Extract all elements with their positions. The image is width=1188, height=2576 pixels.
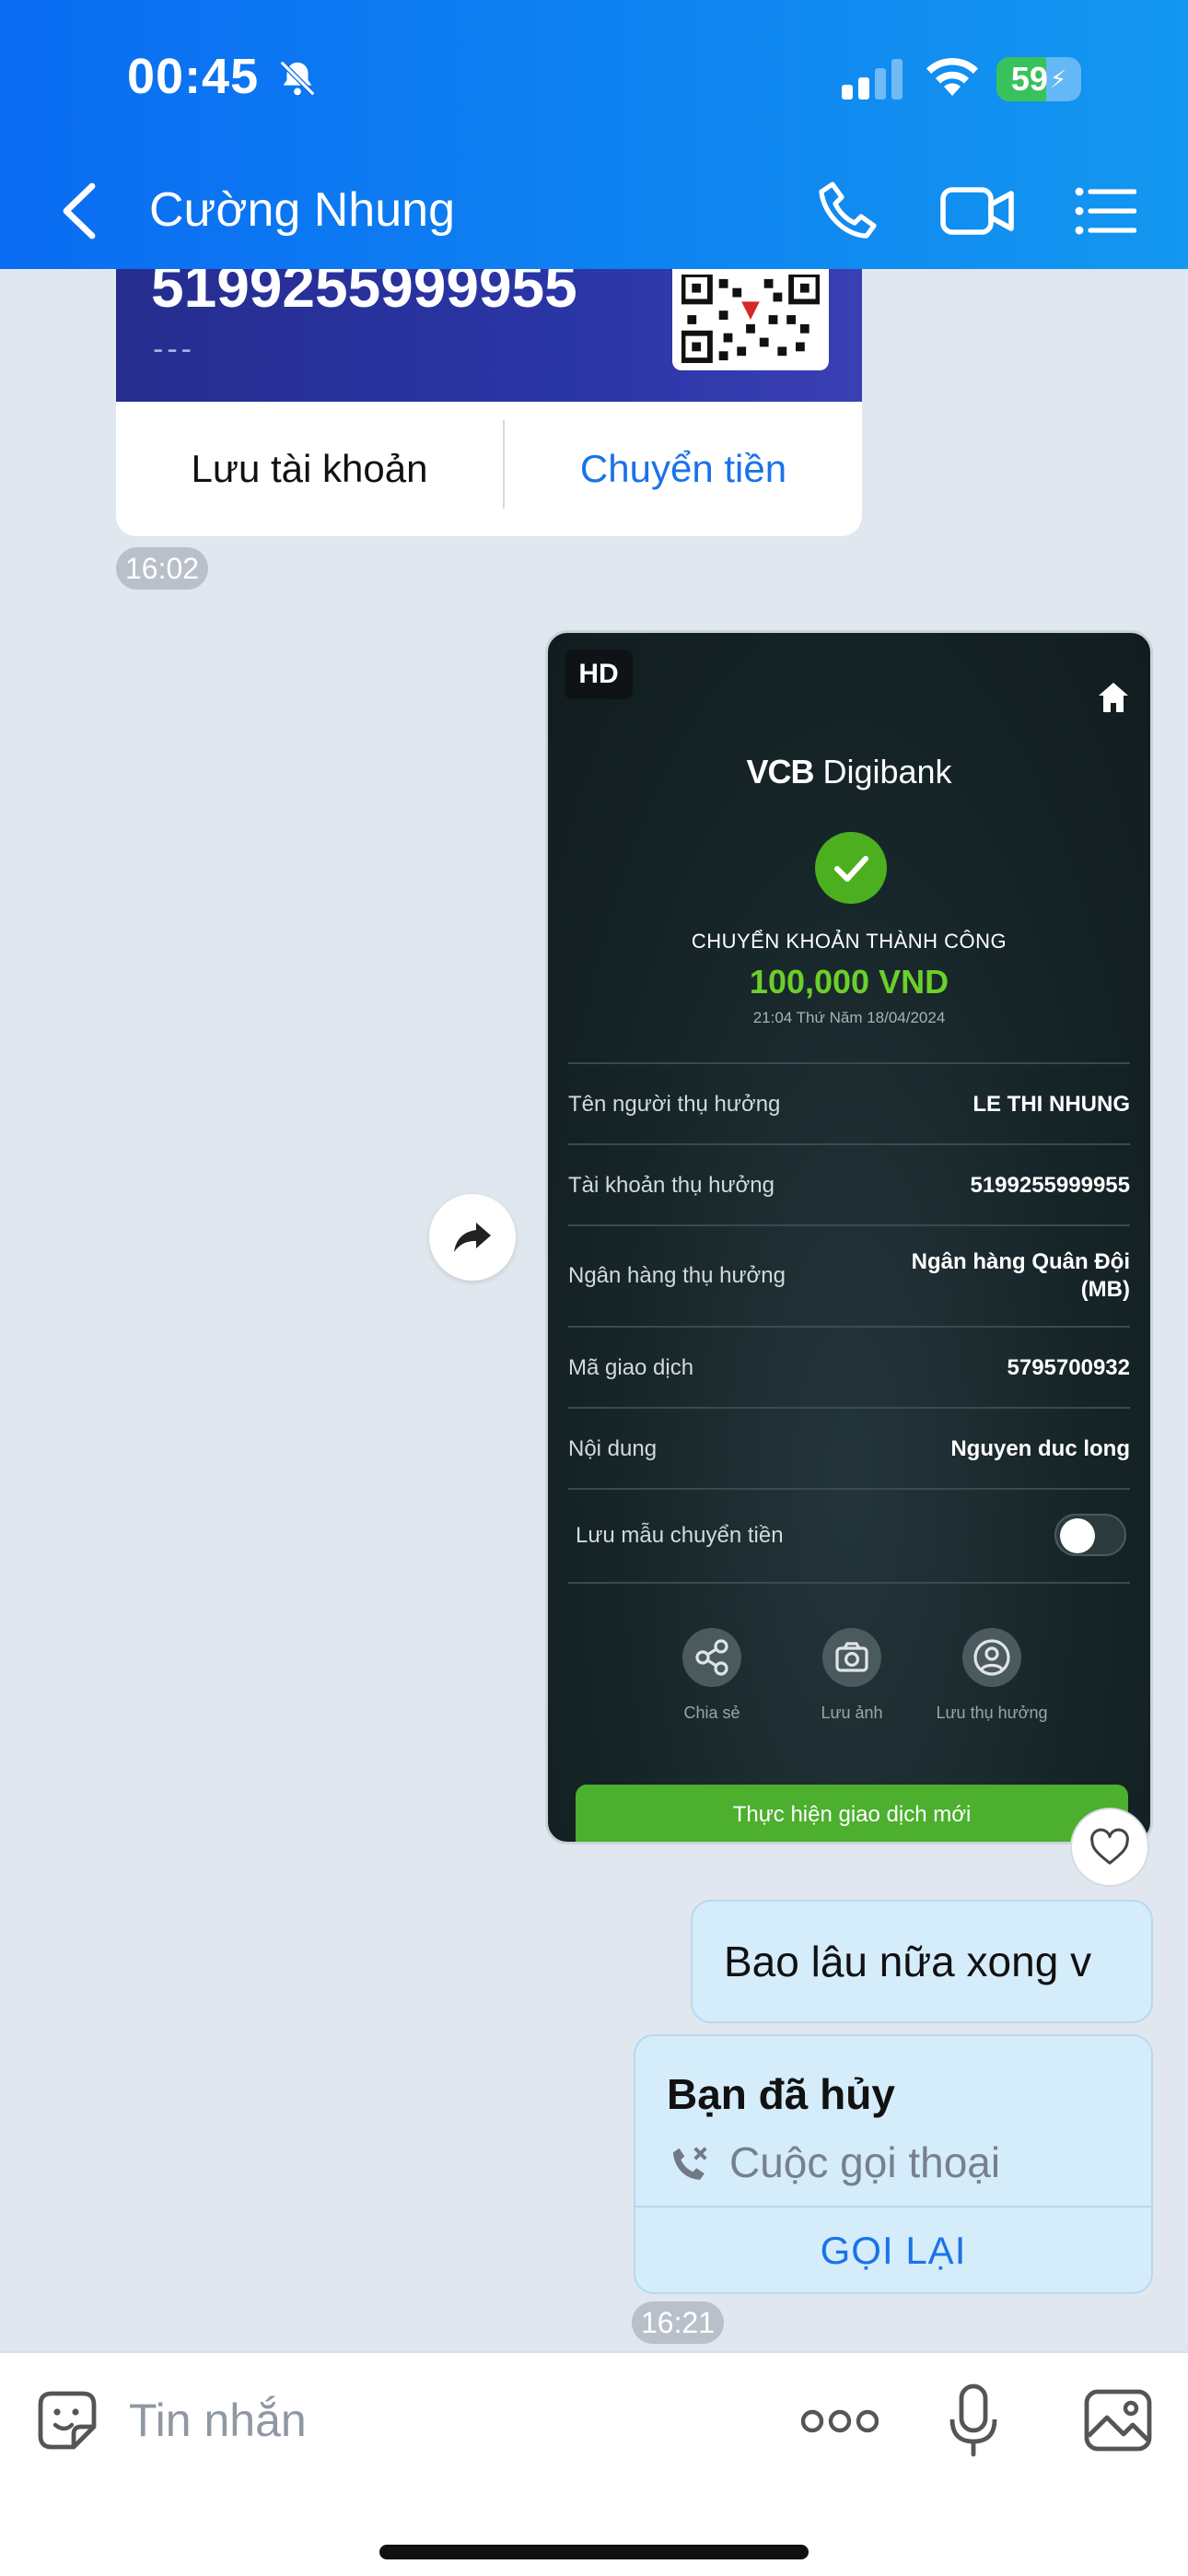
video-camera-icon[interactable] <box>939 181 1015 241</box>
cancelled-call-message: Bạn đã hủy Cuộc gọi thoại GỌI LẠI <box>634 2034 1153 2294</box>
battery-charging-icon: 59 ⚡ <box>996 57 1081 101</box>
bank-account-card[interactable]: 5199255999955 --- Lưu tài khoản Chuyển t… <box>116 269 862 536</box>
row-value: 5795700932 <box>1007 1355 1130 1380</box>
row-value: Ngân hàng Quân Đội (MB) <box>911 1249 1130 1302</box>
shared-receipt-image[interactable]: HD VCB Digibank CHUYỂN KHOẢN THÀNH CÔNG … <box>545 630 1153 1844</box>
receipt-row: Ngân hàng thụ hưởng Ngân hàng Quân Đội (… <box>568 1224 1130 1326</box>
chat-header: 00:45 59 ⚡ Cường Nhung <box>0 0 1188 269</box>
receipt-row: Tài khoản thụ hưởng 5199255999955 <box>568 1143 1130 1224</box>
heart-icon <box>1090 1828 1129 1865</box>
heart-reaction-button[interactable] <box>1070 1808 1149 1887</box>
home-icon <box>1099 683 1128 712</box>
camera-icon[interactable] <box>822 1628 881 1687</box>
account-subtitle: --- <box>153 332 195 367</box>
save-photo-label: Lưu ảnh <box>821 1704 883 1722</box>
battery-level: 59 <box>1010 60 1048 98</box>
image-icon[interactable] <box>1083 2386 1153 2454</box>
share-icon[interactable] <box>682 1628 741 1687</box>
transfer-datetime: 21:04 Thứ Năm 18/04/2024 <box>752 1009 946 1026</box>
phone-icon[interactable] <box>818 181 880 241</box>
transfer-status: CHUYỂN KHOẢN THÀNH CÔNG <box>691 930 1007 953</box>
save-template-toggle[interactable] <box>1054 1514 1126 1556</box>
qr-code-icon[interactable] <box>672 269 829 370</box>
microphone-icon[interactable] <box>949 2383 998 2458</box>
message-text: Bao lâu nữa xong v <box>724 1938 1092 1985</box>
hd-badge: HD <box>565 650 633 699</box>
account-card-banner: 5199255999955 --- <box>116 269 862 402</box>
receipt-row: Nội dung Nguyen duc long <box>568 1407 1130 1488</box>
call-again-button[interactable]: GỌI LẠI <box>635 2207 1151 2294</box>
bell-off-icon <box>279 60 316 97</box>
missed-call-icon <box>672 2147 707 2180</box>
person-icon[interactable] <box>962 1628 1021 1687</box>
message-input[interactable] <box>129 2388 755 2453</box>
receipt-row: Tên người thụ hưởng LE THI NHUNG <box>568 1062 1130 1143</box>
row-value: 5199255999955 <box>970 1173 1130 1198</box>
vcb-digibank-logo: VCB Digibank <box>548 753 1150 791</box>
more-dots-icon[interactable] <box>801 2405 879 2438</box>
row-value: LE THI NHUNG <box>973 1092 1130 1117</box>
chat-title[interactable]: Cường Nhung <box>149 182 455 238</box>
account-number: 5199255999955 <box>151 269 577 320</box>
save-account-button[interactable]: Lưu tài khoản <box>116 402 503 536</box>
logo-rest: Digibank <box>822 753 952 790</box>
row-label: Mã giao dịch <box>568 1355 694 1380</box>
receipt-row: Mã giao dịch 5795700932 <box>568 1326 1130 1407</box>
row-label: Nội dung <box>568 1436 658 1461</box>
list-menu-icon[interactable] <box>1074 181 1136 241</box>
logo-bold: VCB <box>746 753 814 790</box>
call-type: Cuộc gọi thoại <box>729 2138 1001 2186</box>
home-indicator <box>379 2545 809 2559</box>
forward-arrow-icon <box>454 1223 491 1252</box>
row-label: Ngân hàng thụ hưởng <box>568 1263 786 1288</box>
message-composer <box>0 2351 1188 2576</box>
transfer-amount: 100,000 VND <box>749 963 949 1001</box>
forward-button[interactable] <box>429 1194 516 1281</box>
account-card-actions: Lưu tài khoản Chuyển tiền <box>116 402 862 536</box>
back-button[interactable] <box>57 181 103 241</box>
new-transaction-button[interactable]: Thực hiện giao dịch mới <box>576 1785 1128 1842</box>
row-label: Tên người thụ hưởng <box>568 1092 781 1117</box>
call-status-title: Bạn đã hủy <box>667 2070 895 2118</box>
check-circle-icon <box>815 832 887 904</box>
save-beneficiary-label: Lưu thụ hưởng <box>936 1704 1048 1722</box>
sticker-icon[interactable] <box>33 2386 101 2454</box>
message-time: 16:21 <box>632 2301 725 2344</box>
signal-icon <box>842 59 903 100</box>
message-time: 16:02 <box>116 547 209 590</box>
wifi-icon <box>926 57 978 96</box>
share-label: Chia sẻ <box>683 1704 740 1722</box>
transfer-money-button[interactable]: Chuyển tiền <box>505 402 862 536</box>
row-label: Tài khoản thụ hưởng <box>568 1173 775 1198</box>
save-template-label: Lưu mẫu chuyển tiền <box>576 1523 784 1548</box>
save-template-row: Lưu mẫu chuyển tiền <box>568 1488 1130 1584</box>
outgoing-message[interactable]: Bao lâu nữa xong v <box>691 1900 1153 2023</box>
status-time: 00:45 <box>127 49 260 104</box>
row-value: Nguyen duc long <box>950 1436 1130 1461</box>
